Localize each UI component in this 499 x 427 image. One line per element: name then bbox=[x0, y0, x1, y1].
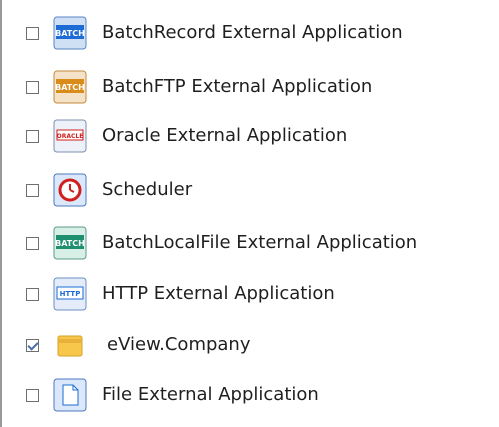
oracle-label: Oracle External Application bbox=[102, 125, 348, 146]
http-label: HTTP External Application bbox=[102, 283, 335, 304]
scheduler-label: Scheduler bbox=[102, 179, 193, 200]
list-item-file[interactable]: File External Application bbox=[2, 375, 499, 415]
list-item-scheduler[interactable]: Scheduler bbox=[2, 170, 499, 210]
svg-text:HTTP: HTTP bbox=[60, 290, 81, 298]
batchlocalfile-checkbox[interactable] bbox=[26, 236, 39, 250]
file-label: File External Application bbox=[102, 384, 319, 405]
http-checkbox[interactable] bbox=[26, 287, 39, 301]
batch-icon: BATCH bbox=[53, 16, 87, 50]
svg-text:ORACLE: ORACLE bbox=[57, 133, 84, 140]
batch-ftp-icon: BATCH bbox=[53, 70, 87, 104]
batch-localfile-icon: BATCH bbox=[53, 226, 87, 260]
eview-company-checkbox[interactable] bbox=[26, 338, 39, 352]
list-item-batchlocalfile[interactable]: BATCH BatchLocalFile External Applicatio… bbox=[2, 223, 499, 263]
oracle-checkbox[interactable] bbox=[26, 129, 39, 143]
batchrecord-checkbox[interactable] bbox=[26, 26, 39, 40]
oracle-icon: ORACLE bbox=[53, 119, 87, 153]
scheduler-icon bbox=[53, 173, 87, 207]
file-icon bbox=[53, 378, 87, 412]
eview-company-label: eView.Company bbox=[107, 334, 251, 355]
batchftp-checkbox[interactable] bbox=[26, 80, 39, 94]
external-application-list: BATCH BatchRecord External Application B… bbox=[0, 0, 499, 427]
svg-text:BATCH: BATCH bbox=[55, 239, 85, 248]
list-item-oracle[interactable]: ORACLE Oracle External Application bbox=[2, 116, 499, 156]
list-item-http[interactable]: HTTP HTTP External Application bbox=[2, 274, 499, 314]
batchftp-label: BatchFTP External Application bbox=[102, 76, 373, 97]
svg-text:BATCH: BATCH bbox=[55, 83, 85, 92]
list-item-batchftp[interactable]: BATCH BatchFTP External Application bbox=[2, 67, 499, 107]
batchrecord-label: BatchRecord External Application bbox=[102, 22, 403, 43]
scheduler-checkbox[interactable] bbox=[26, 183, 39, 197]
svg-text:BATCH: BATCH bbox=[55, 29, 85, 38]
list-item-eview-company[interactable]: eView.Company bbox=[2, 325, 499, 365]
folder-icon bbox=[57, 335, 83, 357]
list-item-batchrecord[interactable]: BATCH BatchRecord External Application bbox=[2, 13, 499, 53]
batchlocalfile-label: BatchLocalFile External Application bbox=[102, 232, 418, 253]
http-icon: HTTP bbox=[53, 277, 87, 311]
file-checkbox[interactable] bbox=[26, 388, 39, 402]
